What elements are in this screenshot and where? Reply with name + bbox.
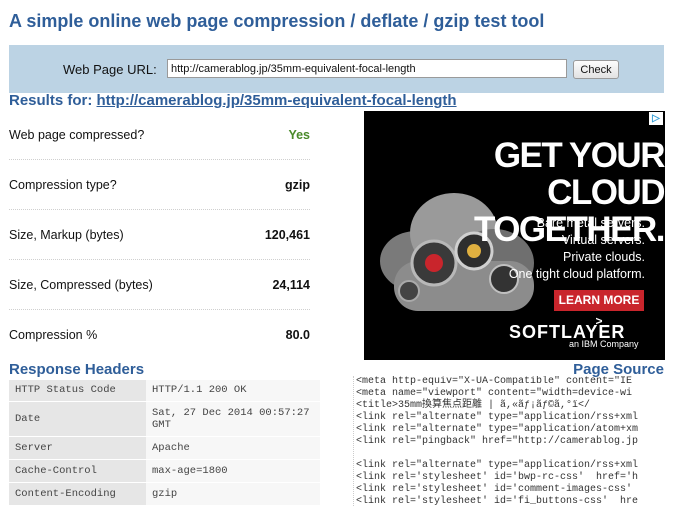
summary-label: Size, Markup (bytes) [9,227,124,242]
source-line: <meta name="viewport" content="width=dev… [356,388,633,399]
ad-feature-line: One tight cloud platform. [508,267,645,281]
response-headers-heading: Response Headers [9,361,145,378]
compression-summary: Web page compressed? Yes Compression typ… [9,110,310,360]
header-value: Apache [146,436,320,460]
results-prefix: Results for: [9,92,93,109]
summary-row: Compression type? gzip [9,160,310,210]
response-headers-table: HTTP Status Code HTTP/1.1 200 OK Date Sa… [9,380,320,506]
source-line: <link rel='stylesheet' id='fi_buttons-cs… [356,496,639,506]
source-line: <link rel="alternate" type="application/… [356,460,639,471]
header-key: HTTP Status Code [9,380,146,402]
summary-value: Yes [288,127,310,142]
page-source-box[interactable]: <meta http-equiv="X-UA-Compatible" conte… [353,376,664,506]
header-key: Date [9,401,146,437]
url-label: Web Page URL: [63,62,157,77]
summary-value: 80.0 [285,328,310,342]
source-line: <title>35mm換算焦点距離 | ã,«ãƒ¡ãƒ©ã,°ï</ [356,400,591,411]
summary-value: 120,461 [264,227,310,242]
ad-learn-more-button[interactable]: LEARN MORE > [554,290,644,328]
ad-feature-line: Virtual servers. [561,233,645,247]
table-row: HTTP Status Code HTTP/1.1 200 OK [9,380,320,402]
source-line: <link rel='stylesheet' id='comment-image… [356,484,633,495]
ad-feature-line: Bare metal servers. [536,216,645,230]
summary-row: Size, Markup (bytes) 120,461 [9,210,310,260]
header-key: Cache-Control [9,459,146,483]
summary-row: Size, Compressed (bytes) 24,114 [9,260,310,310]
ad-brand-subtitle: an IBM Company [569,339,639,349]
header-value: gzip [146,482,320,506]
ad-feature-line: Private clouds. [563,250,645,264]
header-value: Sat, 27 Dec 2014 00:57:27 GMT [146,401,320,437]
header-value: HTTP/1.1 200 OK [146,380,320,402]
summary-label: Compression % [9,328,98,342]
summary-value: gzip [285,177,310,192]
summary-row: Compression % 80.0 [9,310,310,360]
source-line: <meta http-equiv="X-UA-Compatible" conte… [356,376,633,387]
header-value: max-age=1800 [146,459,320,483]
advertisement-banner[interactable]: ▷ GET YOUR CLOUD TOGETHER. Bare metal se… [364,111,665,360]
summary-label: Compression type? [9,177,117,192]
results-heading: Results for: http://camerablog.jp/35mm-e… [9,92,457,109]
table-row: Content-Encoding gzip [9,482,320,506]
header-key: Server [9,436,146,460]
summary-label: Size, Compressed (bytes) [9,277,153,292]
table-row: Server Apache [9,436,320,460]
source-line: <link rel="alternate" type="application/… [356,424,639,435]
ad-headline-line: GET YOUR CLOUD [493,136,665,212]
results-url-link[interactable]: http://camerablog.jp/35mm-equivalent-foc… [97,92,457,109]
header-key: Content-Encoding [9,482,146,506]
source-line: <link rel='stylesheet' id='bwp-rc-css' h… [356,472,639,483]
page-title: A simple online web page compression / d… [9,11,545,31]
table-row: Cache-Control max-age=1800 [9,459,320,483]
summary-value: 24,114 [272,277,310,292]
url-form: Web Page URL: Check [9,45,664,93]
source-line [354,448,664,460]
ad-headline: GET YOUR CLOUD TOGETHER. [394,136,665,248]
summary-row: Web page compressed? Yes [9,110,310,160]
source-line: <link rel="pingback" href="http://camera… [356,436,639,447]
check-button[interactable]: Check [573,60,619,79]
url-input[interactable] [167,59,567,78]
summary-label: Web page compressed? [9,127,145,142]
table-row: Date Sat, 27 Dec 2014 00:57:27 GMT [9,401,320,437]
source-line: <link rel="alternate" type="application/… [356,412,639,423]
